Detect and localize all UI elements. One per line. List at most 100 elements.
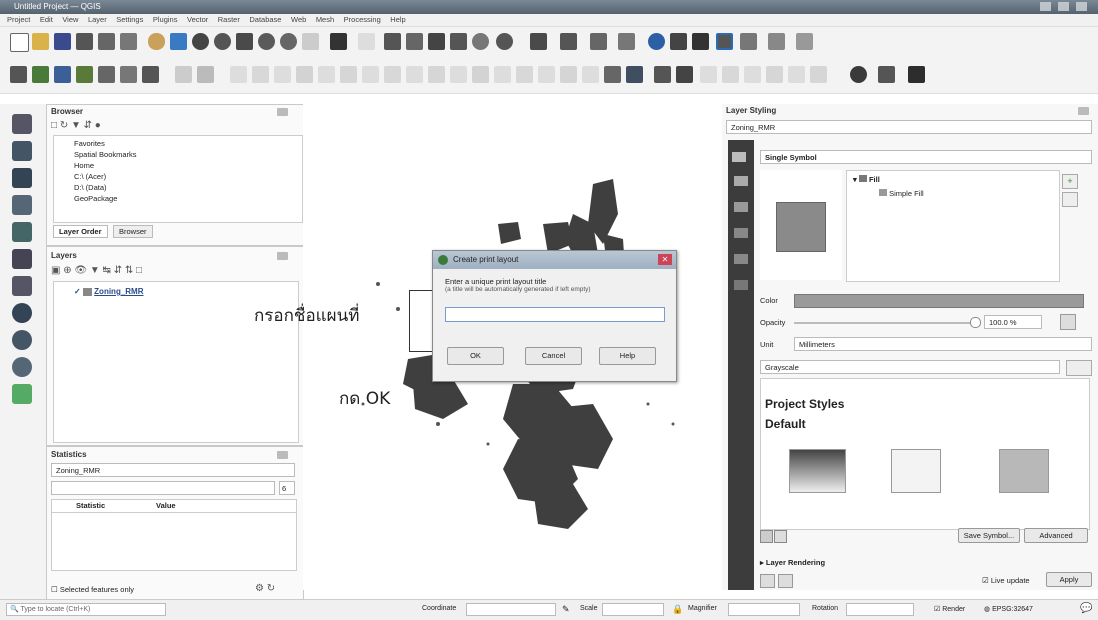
apply-button[interactable]: Apply xyxy=(1046,572,1092,587)
georeferencer-icon[interactable] xyxy=(654,66,671,83)
zoom-full-icon[interactable] xyxy=(236,33,253,50)
zoom-native-icon[interactable] xyxy=(302,33,319,50)
opacity-slider[interactable] xyxy=(794,322,974,324)
help-button[interactable]: Help xyxy=(599,347,656,365)
icon-view-icon[interactable] xyxy=(760,530,773,543)
selected-only-checkbox[interactable]: ☐ Selected features only xyxy=(51,585,134,594)
stats-options-icon[interactable]: ⚙ ↻ xyxy=(255,583,275,594)
unit-select[interactable]: Millimeters xyxy=(794,337,1092,351)
add-wms-layer-icon[interactable] xyxy=(76,66,93,83)
dialog-close-icon[interactable]: ✕ xyxy=(658,254,672,265)
render-checkbox[interactable]: ☑ Render xyxy=(934,605,965,613)
statistics-sum-icon[interactable] xyxy=(716,33,733,50)
change-label-icon[interactable] xyxy=(538,66,555,83)
add-vector-layer-icon[interactable] xyxy=(10,66,27,83)
metasearch-icon[interactable] xyxy=(908,66,925,83)
menu-mesh[interactable]: Mesh xyxy=(316,14,334,26)
styling-layer-select[interactable]: Zoning_RMR xyxy=(726,120,1092,134)
identify-icon[interactable] xyxy=(330,33,347,50)
add-xyz-icon[interactable] xyxy=(12,330,32,350)
new-bookmark-icon[interactable] xyxy=(358,33,375,50)
tree-item-home[interactable]: Home xyxy=(64,160,300,171)
new-project-icon[interactable] xyxy=(10,33,29,52)
layout-manager-icon[interactable] xyxy=(98,33,115,50)
opacity-value[interactable]: 100.0 % xyxy=(984,315,1042,329)
annotation-icon[interactable] xyxy=(796,33,813,50)
show-bookmarks-icon[interactable] xyxy=(384,33,401,50)
tab-layer-order[interactable]: Layer Order xyxy=(53,225,108,238)
list-view-icon[interactable] xyxy=(774,530,787,543)
add-mesh-icon[interactable] xyxy=(12,168,32,188)
dock-close-icon[interactable] xyxy=(277,252,288,260)
zoom-layer-icon[interactable] xyxy=(280,33,297,50)
tree-item-favorites[interactable]: Favorites xyxy=(64,138,300,149)
statistics-layer-select[interactable]: Zoning_RMR xyxy=(51,463,295,477)
add-raster-layer-icon[interactable] xyxy=(32,66,49,83)
menu-settings[interactable]: Settings xyxy=(116,14,143,26)
plugin-manager-icon[interactable] xyxy=(878,66,895,83)
cut-feature-icon[interactable] xyxy=(318,66,335,83)
menu-view[interactable]: View xyxy=(62,14,78,26)
redo-icon[interactable] xyxy=(406,66,423,83)
dock-close-icon[interactable] xyxy=(1078,107,1089,115)
zoom-in-icon[interactable] xyxy=(192,33,209,50)
plugin-b-icon[interactable] xyxy=(744,66,761,83)
diagram-tool-icon[interactable] xyxy=(560,66,577,83)
redo-style-icon[interactable] xyxy=(778,574,793,588)
add-vector-icon[interactable] xyxy=(12,114,32,134)
lock-scale-icon[interactable]: 🔒 xyxy=(672,604,683,615)
pan-icon[interactable] xyxy=(148,33,165,50)
edit-pencil-icon[interactable] xyxy=(197,66,214,83)
opacity-slider-handle[interactable] xyxy=(970,317,981,328)
measure-line-icon[interactable] xyxy=(768,33,785,50)
crs-button[interactable]: ◍ EPSG:32647 xyxy=(984,605,1033,613)
add-delimited-icon[interactable] xyxy=(12,195,32,215)
save-symbol-button[interactable]: Save Symbol... xyxy=(958,528,1020,543)
data-defined-icon[interactable] xyxy=(1060,314,1076,330)
advanced-button[interactable]: Advanced xyxy=(1024,528,1088,543)
dock-close-icon[interactable] xyxy=(277,451,288,459)
field-calculator-icon[interactable] xyxy=(670,33,687,50)
new-3d-view-icon[interactable] xyxy=(604,66,621,83)
ok-button[interactable]: OK xyxy=(447,347,504,365)
diagram-tab-icon[interactable] xyxy=(734,280,748,290)
zoom-selection-icon[interactable] xyxy=(258,33,275,50)
labels-tab-icon[interactable] xyxy=(734,202,748,212)
layer-item[interactable]: ✓ Zoning_RMR xyxy=(74,287,144,296)
show-labels-icon[interactable] xyxy=(472,66,489,83)
layer-rendering-toggle[interactable]: ▸ Layer Rendering xyxy=(760,558,825,567)
attribute-table-icon[interactable] xyxy=(618,33,635,50)
scale-field[interactable] xyxy=(602,603,664,616)
undo-style-icon[interactable] xyxy=(760,574,775,588)
menu-vector[interactable]: Vector xyxy=(187,14,208,26)
statistics-spin[interactable]: 6 xyxy=(279,481,295,495)
rotate-label-icon[interactable] xyxy=(516,66,533,83)
save-project-icon[interactable] xyxy=(54,33,71,50)
add-postgis-icon[interactable] xyxy=(120,66,137,83)
delete-feature-icon[interactable] xyxy=(296,66,313,83)
coordinate-field[interactable] xyxy=(466,603,556,616)
python-console-icon[interactable] xyxy=(850,66,867,83)
add-spatialite-layer-icon[interactable] xyxy=(12,222,32,242)
plugin-d-icon[interactable] xyxy=(788,66,805,83)
temporal-icon[interactable] xyxy=(472,33,489,50)
locator-icon[interactable] xyxy=(626,66,643,83)
label-tool-icon[interactable] xyxy=(428,66,445,83)
tree-item-bookmarks[interactable]: Spatial Bookmarks xyxy=(64,149,300,160)
symbology-tab-icon[interactable] xyxy=(734,176,748,186)
locator-input[interactable]: 🔍 Type to locate (Ctrl+K) xyxy=(6,603,166,616)
masks-tab-icon[interactable] xyxy=(734,228,748,238)
save-edits-icon[interactable] xyxy=(230,66,247,83)
new-layer-icon[interactable] xyxy=(12,384,32,404)
close-button[interactable] xyxy=(1076,2,1087,11)
add-csv-layer-icon[interactable] xyxy=(54,66,71,83)
style-swatch-gradient[interactable] xyxy=(789,449,846,493)
minimize-button[interactable] xyxy=(1040,2,1051,11)
tab-browser[interactable]: Browser xyxy=(113,225,153,238)
dock-close-icon[interactable] xyxy=(277,108,288,116)
style-search-input[interactable]: Grayscale xyxy=(760,360,1060,374)
rotation-field[interactable] xyxy=(846,603,914,616)
menu-processing[interactable]: Processing xyxy=(344,14,381,26)
add-feature-icon[interactable] xyxy=(252,66,269,83)
plugin-e-icon[interactable] xyxy=(810,66,827,83)
